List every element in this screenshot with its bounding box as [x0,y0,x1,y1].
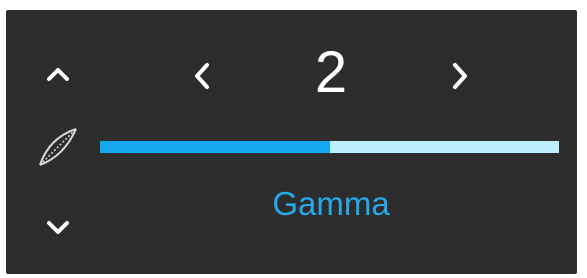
gamma-curve-icon [39,128,77,166]
gamma-value: 2 [314,40,348,105]
previous-value-button[interactable] [180,50,224,102]
chevron-up-icon [47,68,69,81]
chevron-down-icon [47,221,69,234]
chevron-left-icon [195,63,209,89]
gamma-slider[interactable] [100,141,559,153]
setting-label: Gamma [272,185,390,222]
next-value-button[interactable] [438,50,482,102]
chevron-right-icon [453,63,467,89]
gamma-curve-button[interactable] [36,125,80,169]
screenshot-frame: 2 Gamma [0,0,587,278]
down-button[interactable] [36,206,80,250]
gamma-slider-fill [100,141,330,153]
gamma-settings-panel: 2 Gamma [6,10,577,274]
up-button[interactable] [36,52,80,96]
